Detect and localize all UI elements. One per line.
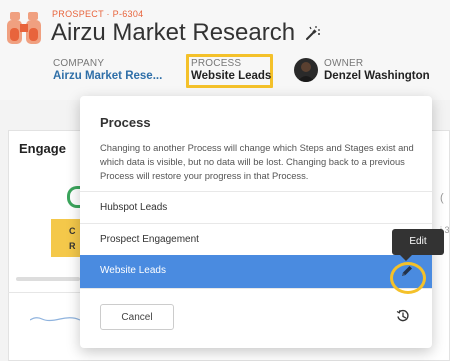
owner-value[interactable]: Denzel Washington [324,70,430,82]
engage-title: Engage [19,141,66,156]
edit-tooltip: Edit [392,229,444,255]
tooltip-text: Edit [409,236,427,247]
owner-label: OWNER [324,58,364,69]
step-card-text-2: R [69,241,76,251]
progress-ring [67,186,81,208]
process-label: PROCESS [191,58,242,69]
modal-title: Process [100,115,151,130]
step-card-text-1: C [69,226,76,236]
edit-highlight [390,262,426,294]
scrollbar[interactable] [16,277,80,281]
divider [80,288,432,289]
modal-description: Changing to another Process will change … [100,142,414,181]
process-option-prospect-engagement[interactable]: Prospect Engagement [80,223,432,255]
clock-glyph: ( [440,192,444,204]
company-link[interactable]: Airzu Market Rese... [53,70,162,82]
process-option-label: Prospect Engagement [100,234,199,245]
magic-wand-icon[interactable] [304,25,320,41]
prospect-id: PROSPECT · P-6304 [52,9,144,19]
avatar [294,58,318,82]
process-modal: Process Changing to another Process will… [80,96,444,348]
divider [8,292,80,293]
process-option-label: Website Leads [100,265,166,276]
cancel-button[interactable]: Cancel [100,304,174,330]
history-icon[interactable] [396,309,410,323]
process-option-hubspot-leads[interactable]: Hubspot Leads [80,191,432,223]
binoculars-icon [7,12,41,44]
process-option-website-leads[interactable]: Website Leads [80,255,432,288]
sparkline [30,317,80,322]
process-option-label: Hubspot Leads [100,202,168,213]
tooltip-arrow [400,255,412,261]
company-label: COMPANY [53,58,105,69]
process-value[interactable]: Website Leads [191,70,271,82]
page-title: Airzu Market Research [51,19,296,46]
